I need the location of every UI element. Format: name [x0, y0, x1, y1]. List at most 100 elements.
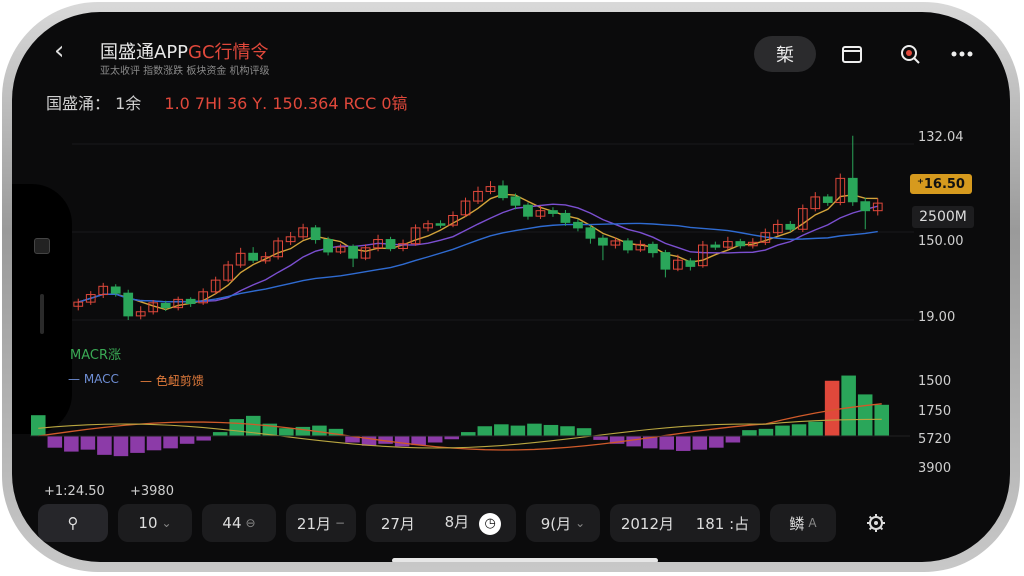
macd-bar	[494, 424, 509, 436]
stat-left: +1:24.50	[44, 484, 105, 499]
macd-bar	[97, 436, 112, 455]
gear-icon[interactable]	[856, 504, 896, 542]
macd-bar	[709, 436, 724, 448]
macd-bar	[808, 421, 823, 436]
macd-top-label: MACR涨	[70, 348, 121, 363]
candle-body	[548, 210, 558, 214]
candle-body	[860, 201, 871, 212]
period-button-7[interactable]: 鳞A	[770, 504, 836, 542]
candle-body	[735, 241, 746, 247]
candle-body	[523, 204, 533, 217]
macd-bar	[47, 436, 63, 448]
candle-body	[323, 239, 333, 253]
macd-bar	[676, 436, 691, 451]
macd-bar	[874, 404, 889, 436]
candle-body	[510, 196, 521, 206]
macd-bar	[130, 436, 145, 453]
period-button-6[interactable]: 2012月 181 :占	[610, 504, 760, 542]
period-button-1[interactable]: 10 ⌄	[118, 504, 192, 542]
macd-bar	[527, 423, 542, 436]
macd-bar	[113, 436, 129, 457]
period-button-2[interactable]: 44 ⊖	[202, 504, 276, 542]
legend-red: — 色衄剪馈	[140, 374, 204, 388]
macd-bar	[593, 436, 608, 440]
candle-body	[585, 227, 596, 239]
clock-icon: ◷	[479, 513, 502, 535]
sub-tick-3: 5720	[918, 432, 952, 447]
candle-body	[560, 212, 571, 223]
macd-bar	[394, 436, 410, 447]
period-toolbar: ⚲ 10 ⌄ 44 ⊖ 21月 − 27月 8月 ◷ 9(月 ⌄ 2012月 181 :占 鳞…	[38, 504, 968, 542]
macd-bar	[560, 426, 575, 436]
macd-bar	[31, 415, 46, 436]
candlestick-chart[interactable]	[12, 12, 1010, 562]
macd-bar	[64, 436, 79, 452]
candle-body	[785, 223, 796, 230]
filter-button[interactable]: ⚲	[38, 504, 108, 542]
macd-bar	[229, 419, 244, 436]
macd-bar	[824, 380, 840, 436]
candle-body	[435, 223, 446, 226]
candle-body	[710, 244, 721, 248]
macd-bar	[179, 436, 195, 444]
moving-average-line	[78, 222, 878, 303]
period-button-3[interactable]: 21月 −	[286, 504, 356, 542]
macd-bar	[775, 425, 790, 436]
candle-body	[598, 237, 608, 246]
macd-bar	[279, 428, 294, 436]
stat-right: +3980	[130, 484, 174, 499]
candle-body	[248, 252, 259, 261]
y-tick-low: 19.00	[918, 310, 956, 325]
y-tick-top: 132.04	[918, 130, 964, 145]
macd-bar	[758, 428, 774, 436]
candle-body	[185, 298, 196, 304]
moving-average-line	[78, 203, 878, 303]
phone-frame: ‹ 国盛通APPGC行情令 亚太收评 指数涨跌 板块资金 机构评级 椠 国盛涌：…	[2, 2, 1020, 572]
macd-bar	[576, 428, 592, 436]
home-indicator[interactable]	[392, 558, 658, 562]
period-button-5[interactable]: 9(月 ⌄	[526, 504, 600, 542]
macd-bar	[427, 436, 443, 443]
macd-bar	[725, 436, 741, 443]
candle-body	[847, 177, 858, 203]
search-filter-icon: ⚲	[67, 514, 79, 532]
candle-body	[160, 303, 171, 309]
current-price-tag: ⁺16.50	[910, 174, 972, 194]
sub-tick-1: 1500	[918, 374, 952, 389]
sub-tick-2: 1750	[918, 404, 952, 419]
macd-bar	[212, 432, 228, 436]
sub-tick-4: 3900	[918, 461, 952, 476]
macd-bar	[841, 375, 856, 436]
legend-blue: — MACC	[68, 372, 119, 386]
volume-tag: 2500M	[912, 206, 974, 228]
macd-bar	[295, 426, 311, 436]
macd-bar	[692, 436, 708, 450]
app-screen: ‹ 国盛通APPGC行情令 亚太收评 指数涨跌 板块资金 机构评级 椠 国盛涌：…	[12, 12, 1010, 562]
y-tick-mid: 150.00	[918, 234, 964, 249]
macd-bar	[857, 394, 873, 436]
macd-bar	[477, 426, 493, 436]
period-button-4[interactable]: 27月 8月 ◷	[366, 504, 516, 542]
candle-body	[498, 185, 508, 199]
candle-body	[623, 240, 633, 251]
candle-body	[310, 227, 321, 241]
candle-body	[822, 196, 833, 203]
macd-bar	[163, 436, 178, 449]
candle-body	[348, 245, 358, 259]
candle-body	[385, 239, 396, 249]
macd-bar	[146, 436, 162, 451]
macd-bar	[461, 432, 476, 436]
candle-body	[660, 252, 671, 270]
candle-body	[648, 243, 658, 254]
macd-bar	[543, 424, 559, 436]
candle-body	[110, 286, 121, 294]
candle-body	[123, 292, 134, 317]
candle-body	[685, 260, 696, 267]
macd-bar	[659, 436, 674, 450]
macd-bar	[791, 424, 807, 436]
macd-bar	[80, 436, 96, 450]
macd-bar	[510, 425, 526, 436]
macd-bar	[742, 430, 757, 436]
macd-bar	[196, 436, 211, 441]
candle-body	[573, 221, 583, 229]
